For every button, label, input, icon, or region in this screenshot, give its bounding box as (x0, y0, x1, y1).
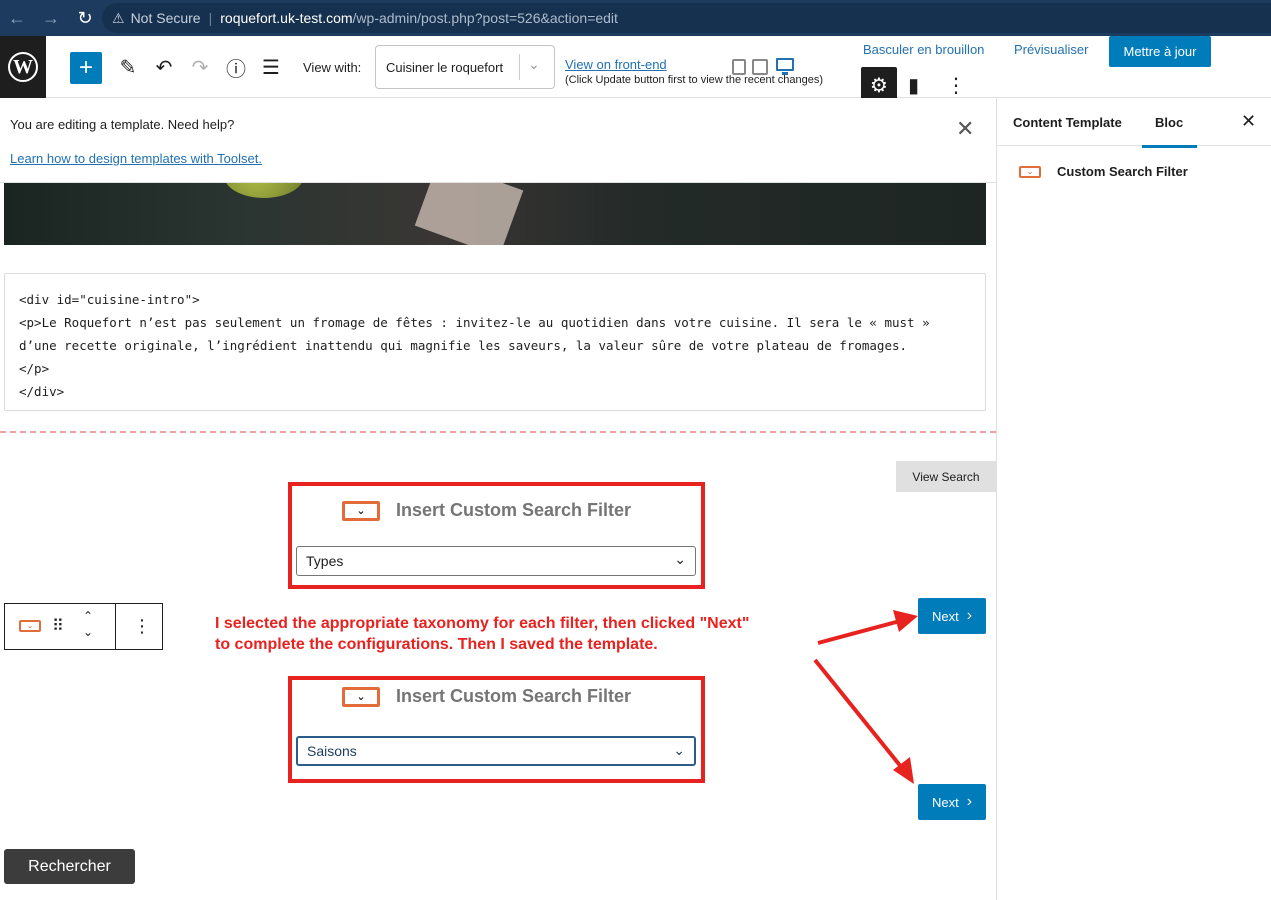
more-options-icon[interactable]: ⋮ (946, 73, 966, 98)
warning-icon: ⚠ (112, 9, 125, 26)
chevron-down-icon: ⌄ (674, 551, 686, 567)
filter-title: ⌄ Insert Custom Search Filter (342, 686, 631, 707)
taxonomy-select[interactable]: Saisons ⌄ (296, 736, 696, 766)
move-up-icon[interactable]: ⌃ (83, 608, 93, 624)
wordpress-logo[interactable]: W (0, 36, 46, 98)
info-icon[interactable]: ⓘ (222, 53, 250, 81)
next-button[interactable]: Next › (918, 598, 986, 634)
taxonomy-select[interactable]: Types ⌄ (296, 546, 696, 576)
wordpress-logo-icon: W (8, 52, 38, 82)
image-cheese (414, 183, 524, 245)
view-with-label: View with: (303, 60, 362, 75)
next-button-label: Next (931, 608, 959, 624)
annotation-line-1: I selected the appropriate taxonomy for … (215, 615, 750, 632)
close-icon[interactable]: ✕ (1241, 111, 1256, 132)
block-card-title: Custom Search Filter (1057, 164, 1188, 179)
url-path: /wp-admin/post.php?post=526&action=edit (352, 10, 618, 26)
desktop-preview-icon[interactable] (776, 58, 794, 75)
move-down-icon[interactable]: ⌄ (83, 624, 93, 640)
forward-icon[interactable]: → (34, 0, 68, 36)
next-button[interactable]: Next › (918, 784, 986, 820)
close-icon[interactable]: ✕ (956, 116, 974, 142)
move-arrows: ⌃ ⌄ (83, 608, 93, 640)
tablet-preview-icon[interactable] (752, 59, 768, 75)
list-view-icon[interactable]: ☰ (257, 53, 285, 81)
image-apple (224, 183, 304, 198)
chevron-down-icon: ⌄ (673, 742, 685, 758)
filter-block-icon: ⌄ (342, 500, 380, 521)
block-type-icon[interactable]: ⌄ (19, 620, 41, 632)
address-bar[interactable]: ⚠ Not Secure | roquefort.uk-test.com/wp-… (102, 3, 1271, 33)
next-button-label: Next (931, 794, 959, 810)
toolset-help-link[interactable]: Learn how to design templates with Tools… (10, 151, 262, 166)
filter-block-icon: ⌄ (1019, 165, 1041, 178)
filter-title: ⌄ Insert Custom Search Filter (342, 500, 631, 521)
filter-title-text: Insert Custom Search Filter (396, 500, 632, 520)
mobile-preview-icon[interactable] (732, 59, 746, 75)
custom-search-filter-block[interactable]: ⌄ Insert Custom Search Filter Saisons ⌄ (288, 676, 705, 783)
switch-to-draft-button[interactable]: Basculer en brouillon (863, 42, 984, 57)
taxonomy-select-value: Types (306, 553, 344, 569)
select-divider (519, 54, 520, 80)
arrow-to-second-next (813, 658, 914, 784)
template-notice: You are editing a template. Need help? L… (0, 98, 996, 183)
chevron-right-icon: › (966, 793, 973, 810)
view-frontend-link[interactable]: View on front-end (565, 57, 667, 72)
custom-html-block[interactable]: <div id="cuisine-intro"> <p>Le Roquefort… (4, 273, 986, 411)
view-with-select[interactable]: Cuisiner le roquefort ⌄ (375, 45, 555, 89)
custom-search-filter-block[interactable]: ⌄ Insert Custom Search Filter Types ⌄ (288, 482, 705, 589)
annotation-note: I selected the appropriate taxonomy for … (215, 613, 835, 655)
plugin-icon[interactable]: ▮ (908, 73, 919, 98)
search-submit-button[interactable]: Rechercher (4, 849, 135, 884)
preview-button[interactable]: Prévisualiser (1014, 42, 1088, 57)
more-options-icon[interactable]: ⋮ (133, 616, 151, 637)
notice-text: You are editing a template. Need help? (10, 117, 235, 132)
redo-icon[interactable]: ↷ (186, 53, 214, 81)
featured-image (4, 183, 986, 245)
update-button[interactable]: Mettre à jour (1109, 36, 1211, 67)
url-separator: | (208, 10, 213, 26)
view-search-button[interactable]: View Search (896, 461, 996, 492)
annotation-line-2: to complete the configurations. Then I s… (215, 636, 658, 653)
add-block-button[interactable]: + (70, 52, 102, 84)
taxonomy-select-value: Saisons (307, 743, 357, 759)
back-icon[interactable]: ← (0, 0, 34, 36)
view-with-value: Cuisiner le roquefort (386, 59, 504, 75)
tab-bloc[interactable]: Bloc (1141, 115, 1198, 148)
pencil-icon[interactable]: ✎ (114, 53, 142, 81)
chevron-right-icon: › (966, 607, 973, 624)
chevron-down-icon: ⌄ (528, 56, 540, 72)
reload-icon[interactable]: ↻ (68, 0, 102, 36)
settings-sidebar: Content Template Bloc ✕ ⌄ Custom Search … (996, 98, 1271, 900)
drag-handle-icon[interactable]: ⠿ (52, 616, 64, 636)
block-card: ⌄ Custom Search Filter (1019, 164, 1188, 179)
block-toolbar: ⌄ ⠿ ⌃ ⌄ ⋮ (4, 603, 163, 650)
filter-title-text: Insert Custom Search Filter (396, 686, 632, 706)
undo-icon[interactable]: ↶ (150, 53, 178, 81)
browser-bar: ← → ↻ ⚠ Not Secure | roquefort.uk-test.c… (0, 0, 1271, 36)
view-frontend-note: (Click Update button first to view the r… (565, 74, 824, 86)
url-host: roquefort.uk-test.com (220, 10, 353, 26)
sidebar-tabs: Content Template Bloc ✕ (997, 98, 1271, 148)
editor-toolbar: W + ✎ ↶ ↷ ⓘ ☰ View with: Cuisiner le roq… (0, 36, 1271, 103)
tab-content-template[interactable]: Content Template (1013, 115, 1122, 130)
toolbar-divider (115, 604, 116, 649)
filter-block-icon: ⌄ (342, 686, 380, 707)
not-secure-label: Not Secure (130, 10, 201, 26)
view-separator (0, 431, 996, 433)
